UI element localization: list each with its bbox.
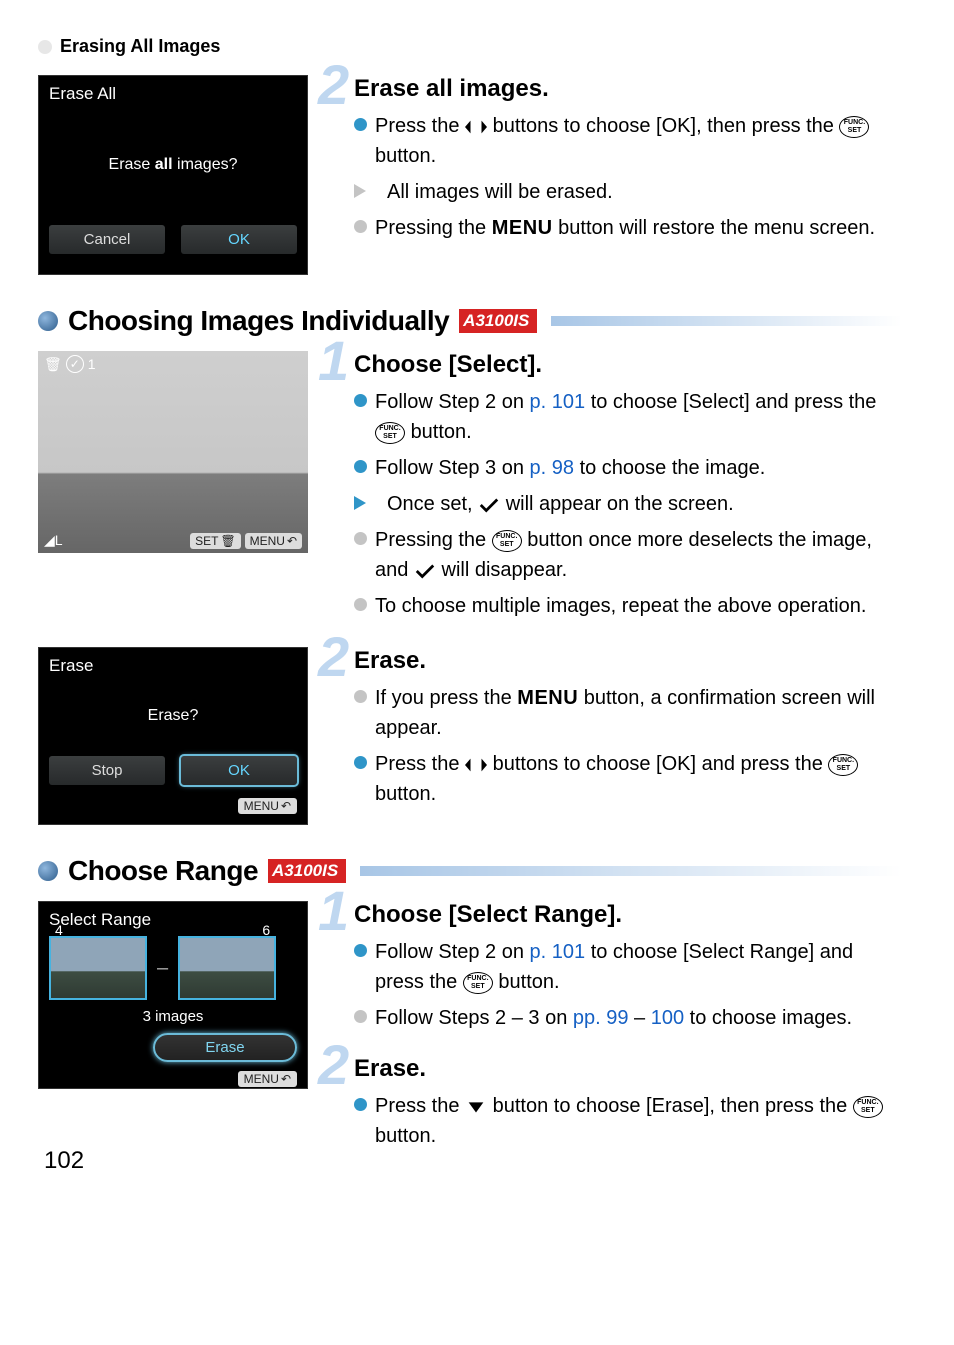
section-rule bbox=[551, 316, 902, 326]
step-title: Erase. bbox=[354, 1055, 902, 1083]
step-choose-select-range: 1 Choose [Select Range]. Follow Step 2 o… bbox=[346, 901, 902, 1033]
camera-screen-erase-confirm: Erase Erase? Stop OK MENU ↶ bbox=[38, 647, 308, 825]
cam-ok-button: OK bbox=[181, 225, 297, 254]
camera-screen-photo-select: 🗑 ✓ 1 ◢L SET 🗑 MENU ↶ bbox=[38, 351, 308, 553]
left-right-arrows-icon bbox=[465, 118, 487, 136]
breadcrumb: Erasing All Images bbox=[38, 36, 902, 57]
cam-ok-button: OK bbox=[181, 756, 297, 785]
step-number: 2 bbox=[318, 57, 349, 113]
step-title: Choose [Select Range]. bbox=[354, 901, 902, 929]
check-icon bbox=[414, 562, 436, 580]
cam-title: Select Range bbox=[49, 910, 297, 930]
range-last-thumb: 6 bbox=[178, 936, 276, 1000]
bullet-icon bbox=[354, 944, 367, 957]
down-arrow-icon bbox=[465, 1098, 487, 1116]
section-choosing-images-individually: Choosing Images Individually A3100IS bbox=[38, 305, 902, 337]
bullet-icon bbox=[354, 1098, 367, 1111]
trash-icon: 🗑 bbox=[44, 356, 62, 373]
bullet-text: Press the buttons to choose [OK], then p… bbox=[375, 111, 902, 171]
menu-pill: MENU ↶ bbox=[238, 1071, 297, 1087]
func-set-icon: FUNC.SET bbox=[828, 754, 858, 776]
bullet-text: Follow Step 2 on p. 101 to choose [Selec… bbox=[375, 387, 902, 447]
left-right-arrows-icon bbox=[465, 756, 487, 774]
bullet-icon bbox=[354, 690, 367, 703]
cam-erase-button: Erase bbox=[153, 1033, 297, 1062]
section-rule bbox=[360, 866, 902, 876]
page-link[interactable]: pp. 99 bbox=[573, 1007, 629, 1029]
bullet-text: Press the buttons to choose [OK] and pre… bbox=[375, 749, 902, 809]
func-set-icon: FUNC.SET bbox=[463, 972, 493, 994]
menu-pill: MENU ↶ bbox=[238, 798, 297, 814]
func-set-icon: FUNC.SET bbox=[492, 530, 522, 552]
bullet-icon bbox=[354, 394, 367, 407]
step-choose-select: 1 Choose [Select]. Follow Step 2 on p. 1… bbox=[346, 351, 902, 621]
step-number: 1 bbox=[318, 333, 349, 389]
range-count: 3 images bbox=[49, 1008, 297, 1025]
range-dash-icon: – bbox=[157, 957, 168, 980]
bullet-text: Follow Step 3 on p. 98 to choose the ima… bbox=[375, 453, 902, 483]
cam-title: Erase All bbox=[49, 84, 297, 104]
bullet-icon bbox=[354, 118, 367, 131]
step-title: Choose [Select]. bbox=[354, 351, 902, 379]
check-icon bbox=[478, 496, 500, 514]
step-erase-range: 2 Erase. Press the button to choose [Era… bbox=[346, 1055, 902, 1151]
section-bullet-icon bbox=[38, 311, 58, 331]
bullet-text: Follow Step 2 on p. 101 to choose [Selec… bbox=[375, 937, 902, 997]
step-title: Erase all images. bbox=[354, 75, 902, 103]
cam-prompt: Erase all images? bbox=[49, 104, 297, 225]
menu-label-icon: MENU bbox=[517, 687, 578, 709]
bullet-text: All images will be erased. bbox=[387, 177, 902, 207]
breadcrumb-dot-icon bbox=[38, 40, 52, 54]
page-link[interactable]: p. 101 bbox=[530, 941, 586, 963]
page-link[interactable]: p. 101 bbox=[530, 391, 586, 413]
func-set-icon: FUNC.SET bbox=[839, 116, 869, 138]
step-number: 1 bbox=[318, 883, 349, 939]
step-number: 2 bbox=[318, 1037, 349, 1093]
bullet-icon bbox=[354, 532, 367, 545]
func-set-icon: FUNC.SET bbox=[853, 1096, 883, 1118]
model-badge: A3100IS bbox=[459, 309, 537, 333]
bullet-icon bbox=[354, 756, 367, 769]
set-pill: SET 🗑 bbox=[190, 533, 241, 549]
cam-prompt: Erase? bbox=[49, 676, 297, 756]
check-circle-icon: ✓ bbox=[66, 355, 84, 373]
page-number: 102 bbox=[44, 1147, 84, 1175]
step-title: Erase. bbox=[354, 647, 902, 675]
size-indicator: ◢L bbox=[44, 532, 63, 549]
page-link[interactable]: 100 bbox=[651, 1007, 684, 1029]
bullet-text: To choose multiple images, repeat the ab… bbox=[375, 591, 902, 621]
triangle-bullet-icon bbox=[354, 496, 379, 510]
bullet-text: Follow Steps 2 – 3 on pp. 99 – 100 to ch… bbox=[375, 1003, 902, 1033]
camera-screen-select-range: Select Range 4 – 6 3 images Erase MENU ↶ bbox=[38, 901, 308, 1089]
section-choose-range: Choose Range A3100IS bbox=[38, 855, 902, 887]
func-set-icon: FUNC.SET bbox=[375, 422, 405, 444]
bullet-text: If you press the MENU button, a confirma… bbox=[375, 683, 902, 743]
bullet-icon bbox=[354, 1010, 367, 1023]
step-erase-all-images: 2 Erase all images. Press the buttons to… bbox=[346, 75, 902, 243]
cam-cancel-button: Cancel bbox=[49, 225, 165, 254]
cam-stop-button: Stop bbox=[49, 756, 165, 785]
bullet-text: Press the button to choose [Erase], then… bbox=[375, 1091, 902, 1151]
page-link[interactable]: p. 98 bbox=[530, 457, 574, 479]
menu-pill: MENU ↶ bbox=[245, 533, 302, 549]
cam-title: Erase bbox=[49, 656, 297, 676]
section-title: Choosing Images Individually bbox=[68, 305, 449, 337]
range-first-thumb: 4 bbox=[49, 936, 147, 1000]
bullet-icon bbox=[354, 220, 367, 233]
section-bullet-icon bbox=[38, 861, 58, 881]
section-title: Choose Range bbox=[68, 855, 258, 887]
camera-screen-erase-all: Erase All Erase all images? Cancel OK bbox=[38, 75, 308, 275]
bullet-icon bbox=[354, 598, 367, 611]
step-number: 2 bbox=[318, 629, 349, 685]
menu-label-icon: MENU bbox=[492, 217, 553, 239]
bullet-text: Once set, will appear on the screen. bbox=[387, 489, 902, 519]
bullet-text: Pressing the MENU button will restore th… bbox=[375, 213, 902, 243]
photo-count: 1 bbox=[88, 356, 96, 372]
triangle-bullet-icon bbox=[354, 184, 379, 198]
step-erase: 2 Erase. If you press the MENU button, a… bbox=[346, 647, 902, 809]
bullet-text: Pressing the FUNC.SET button once more d… bbox=[375, 525, 902, 585]
breadcrumb-text: Erasing All Images bbox=[60, 36, 220, 57]
bullet-icon bbox=[354, 460, 367, 473]
